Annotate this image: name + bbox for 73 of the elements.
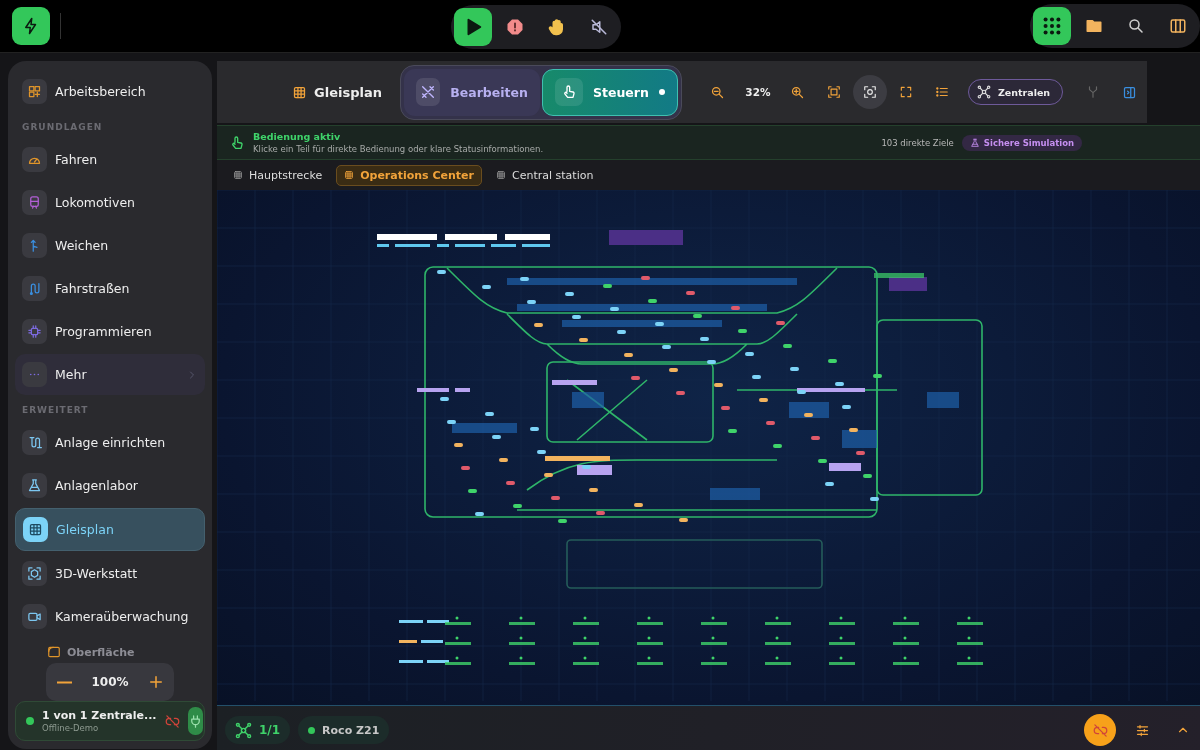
center-icon (862, 85, 877, 99)
grid-icon (233, 170, 243, 180)
plan-tab[interactable]: Central station (488, 164, 602, 186)
folder-icon (1085, 17, 1104, 35)
frame-icon (47, 645, 61, 659)
network-icon (976, 85, 991, 99)
columns-icon (1169, 17, 1188, 35)
simulation-badge: Sichere Simulation (961, 134, 1083, 151)
tools-icon (420, 84, 437, 100)
fit-icon (826, 85, 841, 99)
network-icon (235, 721, 252, 739)
train-icon (27, 195, 42, 210)
grid-icon (496, 170, 506, 180)
status-message: Klicke ein Teil für direkte Bedienung oder klare Statusinformationen. (253, 144, 545, 154)
connection-title: 1 von 1 Zentrale... (42, 709, 157, 722)
plus-icon (147, 673, 165, 691)
center-view-button[interactable] (852, 75, 887, 109)
fullscreen-icon (898, 85, 913, 99)
sidebar-item[interactable]: Anlage einrichten (15, 422, 205, 463)
play-button[interactable] (454, 8, 492, 46)
sidebar-item[interactable]: Kameraüberwachung (15, 596, 205, 637)
sidebar-item[interactable]: 3D-Werkstatt (15, 553, 205, 594)
cable-icon (27, 435, 42, 450)
plug-button[interactable] (187, 707, 203, 735)
unlink-icon (1092, 722, 1108, 738)
connection-subtitle: Offline-Demo (42, 723, 100, 733)
zoom-level: 32% (744, 86, 772, 98)
apps-button[interactable] (1033, 7, 1072, 45)
cube-icon (27, 566, 42, 581)
sidebar-item[interactable]: Arbeitsbereich (15, 71, 205, 112)
sidebar-item[interactable]: Programmieren (15, 311, 205, 352)
mute-icon (590, 18, 608, 36)
zoom-value: 100% (91, 675, 129, 689)
sidebar-item[interactable]: Anlagenlabor (15, 465, 205, 506)
unlink-icon (164, 713, 180, 729)
power-button[interactable] (12, 7, 50, 45)
sidebar-item[interactable]: Fahren (15, 139, 205, 180)
zoom-in-icon (790, 84, 806, 100)
sidebar-item[interactable]: Weichen (15, 225, 205, 266)
minus-icon (56, 680, 72, 684)
hand-icon (548, 18, 566, 36)
zoom-out-icon (710, 84, 726, 100)
more-menu-item[interactable]: Mehr (15, 354, 205, 395)
sidebar-item[interactable]: Gleisplan (15, 508, 205, 551)
sidebar-item[interactable]: Fahrstraßen (15, 268, 205, 309)
layout-icon (27, 84, 42, 99)
route-icon (27, 281, 42, 296)
page-title: Gleisplan (314, 84, 382, 100)
mode-tab[interactable]: Steuern (541, 68, 678, 116)
chip-icon (27, 324, 42, 339)
flask-icon (27, 478, 42, 493)
target-count: 103 direkte Ziele (881, 137, 954, 148)
stop-icon (506, 18, 524, 36)
plan-tab[interactable]: Hauptstrecke (225, 164, 331, 186)
disconnect-button[interactable] (1084, 714, 1117, 746)
search-icon (1127, 17, 1146, 35)
centrals-button[interactable]: Zentralen (967, 79, 1064, 105)
mode-tab[interactable]: Bearbeiten (403, 68, 540, 116)
grid-icon (28, 522, 43, 537)
central-chip[interactable]: Roco Z21 (298, 716, 390, 744)
central-count[interactable]: 1/1 (225, 716, 291, 744)
grid-icon (344, 170, 355, 180)
panel-icon (1121, 84, 1137, 100)
status-title: Bedienung aktiv (253, 131, 342, 142)
sliders-icon (1134, 722, 1150, 738)
list-icon (934, 85, 949, 99)
plan-tab[interactable]: Operations Center (336, 164, 482, 186)
section-heading: ERWEITERT (21, 404, 90, 417)
surface-label: Oberfläche (67, 645, 135, 659)
grid-icon (292, 84, 307, 100)
section-heading: GRUNDLAGEN (21, 121, 104, 134)
flask-icon (969, 137, 980, 148)
sidebar-item[interactable]: Lokomotiven (15, 182, 205, 223)
